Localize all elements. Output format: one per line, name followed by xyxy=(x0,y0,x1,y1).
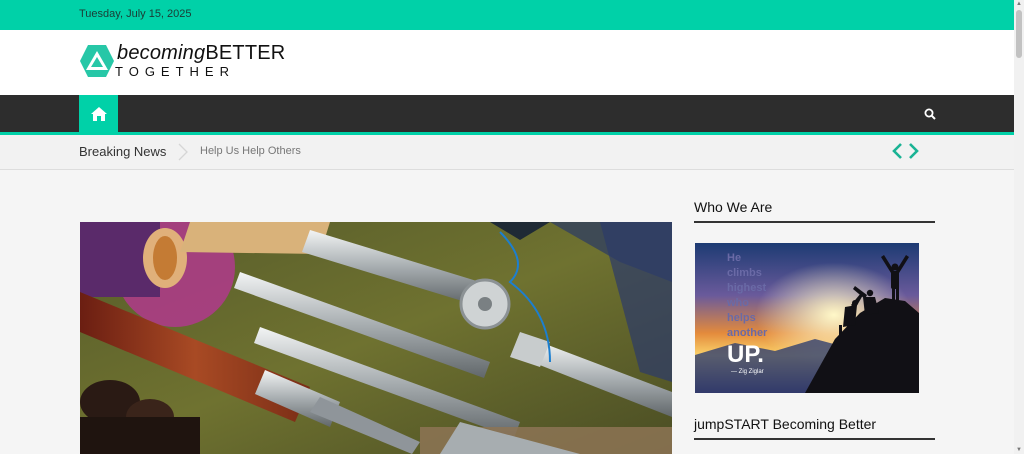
quote-text: He climbs highest who helps another xyxy=(727,252,768,339)
chevron-right-control-icon[interactable] xyxy=(905,141,921,161)
widget-title-who-we-are: Who We Are xyxy=(694,199,773,215)
widget-divider xyxy=(694,438,935,440)
scrollbar[interactable]: ▲ ▼ xyxy=(1014,0,1024,454)
quote-image[interactable]: He climbs highest who helps another UP. … xyxy=(695,243,919,393)
quote-emphasis: UP. xyxy=(727,341,764,368)
site-header: becomingBETTER TOGETHER xyxy=(0,30,1014,95)
quote-author: — Zig Ziglar xyxy=(731,369,764,375)
breaking-news-label: Breaking News xyxy=(79,144,167,159)
scroll-thumb[interactable] xyxy=(1016,10,1022,58)
scroll-down-icon[interactable]: ▼ xyxy=(1015,446,1023,454)
widget-title-jumpstart: jumpSTART Becoming Better xyxy=(694,416,877,432)
logo-icon xyxy=(80,45,114,77)
leather-tools-image xyxy=(80,222,672,454)
search-button[interactable] xyxy=(918,102,942,126)
current-date: Tuesday, July 15, 2025 xyxy=(79,8,192,20)
breaking-news-link[interactable]: Help Us Help Others xyxy=(200,145,301,157)
widget-divider xyxy=(694,221,935,223)
chevron-right-icon xyxy=(178,143,188,161)
main-nav xyxy=(0,95,1014,135)
search-icon xyxy=(924,108,936,120)
home-icon xyxy=(90,106,107,121)
top-bar: Tuesday, July 15, 2025 xyxy=(0,0,1014,30)
home-button[interactable] xyxy=(79,95,118,132)
logo-title: becomingBETTER xyxy=(117,42,286,64)
breaking-news-bar: Breaking News Help Us Help Others xyxy=(0,135,1014,170)
featured-image[interactable] xyxy=(80,222,672,454)
scroll-up-icon[interactable]: ▲ xyxy=(1015,0,1023,8)
logo-subtitle: TOGETHER xyxy=(115,64,235,79)
site-logo[interactable]: becomingBETTER TOGETHER xyxy=(79,42,285,82)
chevron-left-icon[interactable] xyxy=(890,141,906,161)
